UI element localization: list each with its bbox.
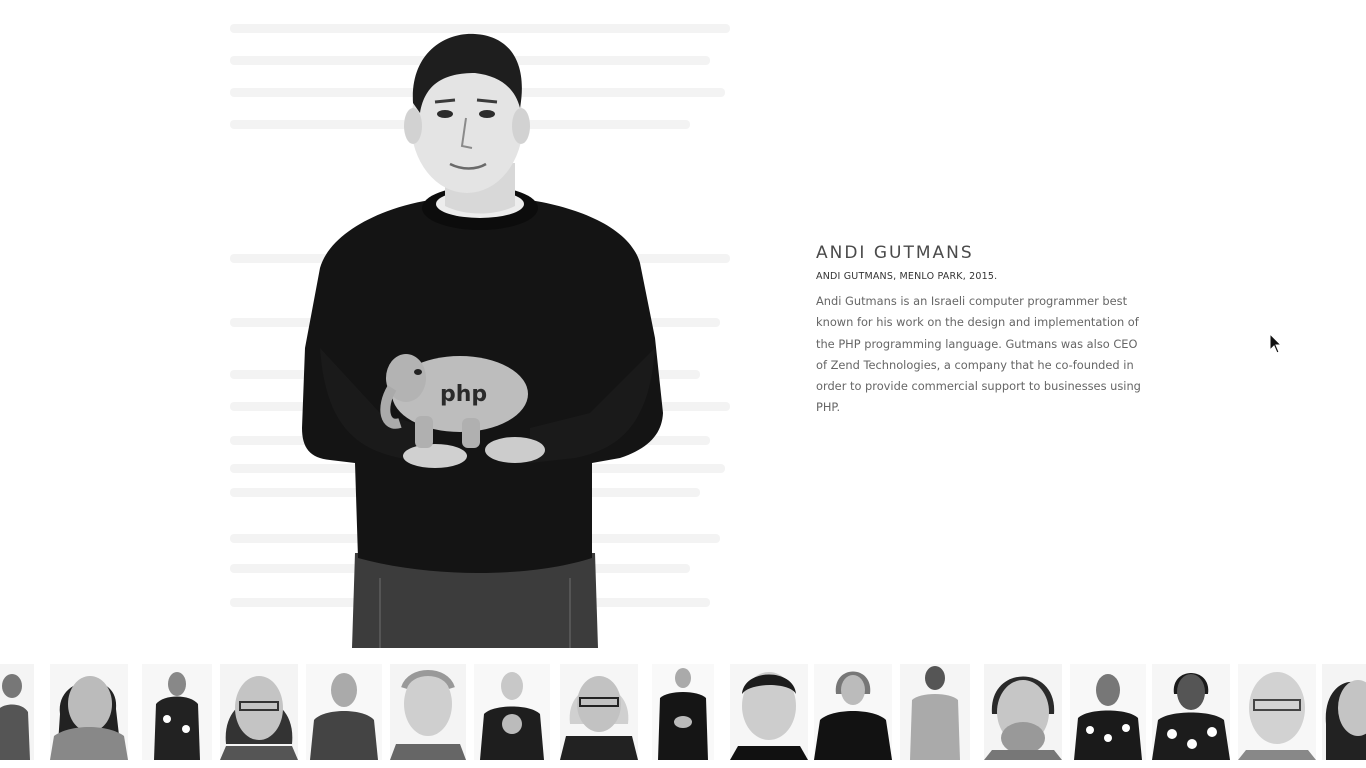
profile-bio: Andi Gutmans is an Israeli computer prog… — [816, 294, 1141, 415]
photo-caption: ANDI GUTMANS, MENLO PARK, 2015. — [816, 271, 998, 282]
thumbnail-portrait-17[interactable] — [1322, 664, 1366, 760]
thumbnail-portrait-14[interactable] — [1070, 664, 1146, 760]
thumbnail-portrait-11[interactable] — [814, 664, 892, 760]
thumbnail-portrait-12[interactable] — [900, 664, 970, 760]
thumbnail-portrait-5[interactable] — [306, 664, 382, 760]
main-portrait: php — [230, 18, 740, 648]
thumbnail-portrait-13[interactable] — [984, 664, 1062, 760]
thumbnail-portrait-10[interactable] — [730, 664, 808, 760]
thumbnail-portrait-8[interactable] — [560, 664, 638, 760]
profile-info: ANDI GUTMANS ANDI GUTMANS, MENLO PARK, 2… — [816, 243, 1146, 419]
profile-name: ANDI GUTMANS — [816, 243, 974, 263]
thumbnail-portrait-2[interactable] — [50, 664, 128, 760]
thumbnail-portrait-9[interactable] — [652, 664, 714, 760]
thumbnail-portrait-15[interactable] — [1152, 664, 1230, 760]
thumbnail-portrait-3[interactable] — [142, 664, 212, 760]
portrait-thumbnail-strip — [0, 664, 1366, 760]
thumbnail-portrait-7[interactable] — [474, 664, 550, 760]
mouse-pointer-icon — [1269, 332, 1283, 355]
thumbnail-portrait-6[interactable] — [390, 664, 466, 760]
thumbnail-portrait-16[interactable] — [1238, 664, 1316, 760]
thumbnail-portrait-4[interactable] — [220, 664, 298, 760]
thumbnail-portrait-1[interactable] — [0, 664, 34, 760]
php-toy-label: php — [440, 382, 487, 407]
